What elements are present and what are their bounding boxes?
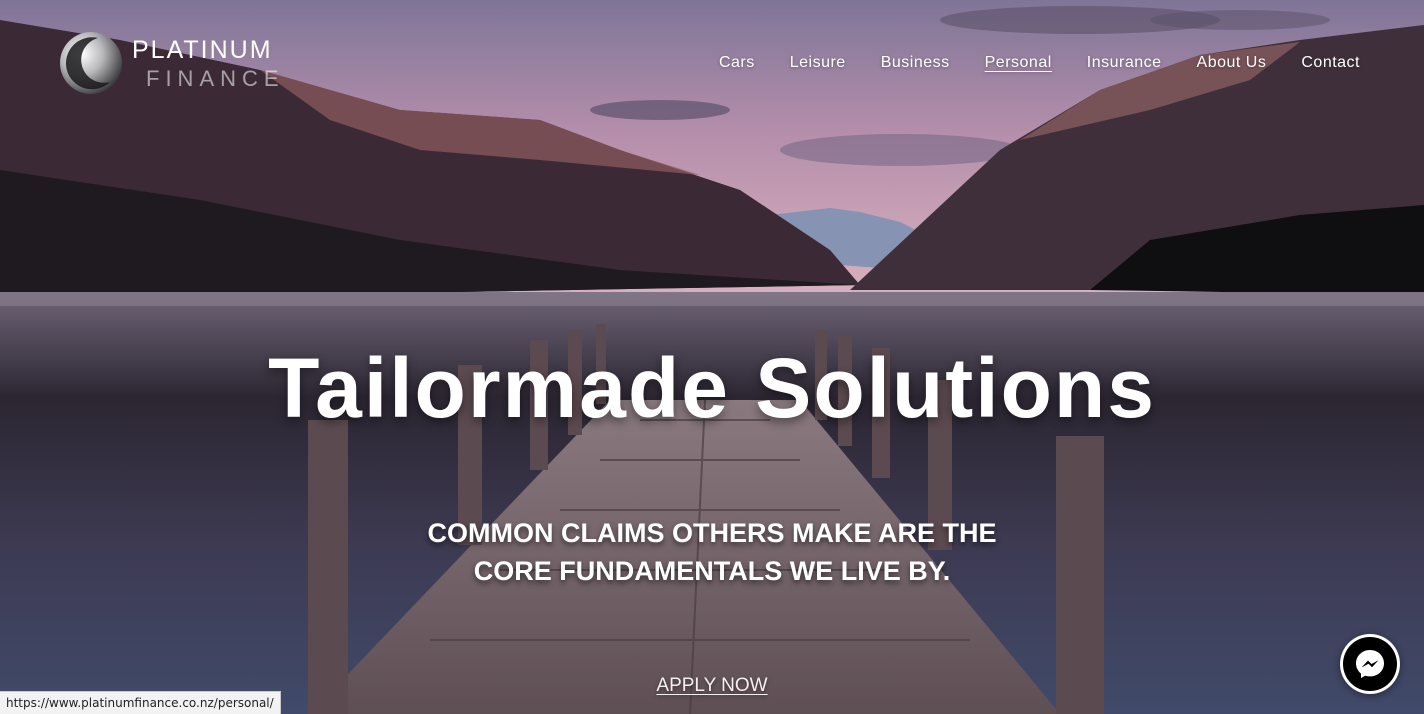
logo-text-finance: FINANCE	[146, 66, 285, 91]
platinum-finance-logo-icon	[60, 32, 122, 94]
status-bar-url: https://www.platinumfinance.co.nz/person…	[0, 691, 281, 714]
nav-item-contact[interactable]: Contact	[1301, 54, 1360, 72]
nav-item-personal[interactable]: Personal	[985, 54, 1052, 72]
hero-subheadline-line-2: CORE FUNDAMENTALS WE LIVE BY.	[473, 556, 951, 586]
hero-headline: Tailormade Solutions	[268, 341, 1156, 435]
nav-item-insurance[interactable]: Insurance	[1087, 54, 1162, 72]
hero-section: PLATINUM FINANCE Cars Leisure Business P…	[0, 0, 1424, 714]
messenger-button-inner	[1343, 637, 1397, 691]
nav-item-leisure[interactable]: Leisure	[790, 54, 846, 72]
nav-item-business[interactable]: Business	[881, 54, 950, 72]
main-nav: Cars Leisure Business Personal Insurance…	[719, 54, 1360, 72]
messenger-icon	[1356, 650, 1384, 678]
nav-item-about-us[interactable]: About Us	[1197, 54, 1267, 72]
hero-subheadline-line-1: COMMON CLAIMS OTHERS MAKE ARE THE	[427, 518, 997, 548]
apply-now-link[interactable]: APPLY NOW	[656, 675, 767, 696]
logo-text-platinum: PLATINUM	[132, 36, 273, 64]
site-logo[interactable]: PLATINUM FINANCE	[58, 30, 318, 100]
messenger-chat-button[interactable]	[1340, 634, 1400, 694]
hero-subheadline: COMMON CLAIMS OTHERS MAKE ARE THE CORE F…	[0, 514, 1424, 590]
nav-item-cars[interactable]: Cars	[719, 54, 755, 72]
